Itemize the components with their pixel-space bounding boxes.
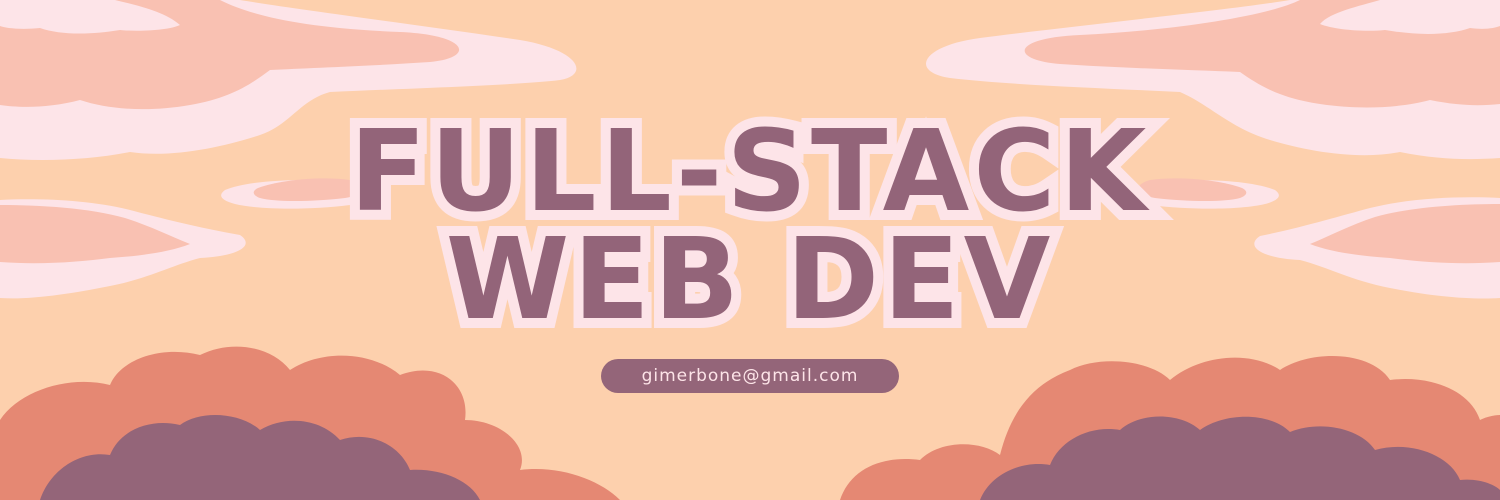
email-badge: gimerbone@gmail.com (601, 359, 899, 393)
profile-banner: FULL-STACK WEB DEV gimerbone@gmail.com (0, 0, 1500, 500)
headline-line-2: WEB DEV (436, 214, 1061, 346)
headline-line-1: FULL-STACK (340, 106, 1157, 238)
bottom-left-cloud (0, 346, 620, 500)
headline: FULL-STACK WEB DEV (0, 106, 1500, 346)
bottom-right-cloud (840, 356, 1500, 500)
email-text: gimerbone@gmail.com (641, 366, 859, 386)
